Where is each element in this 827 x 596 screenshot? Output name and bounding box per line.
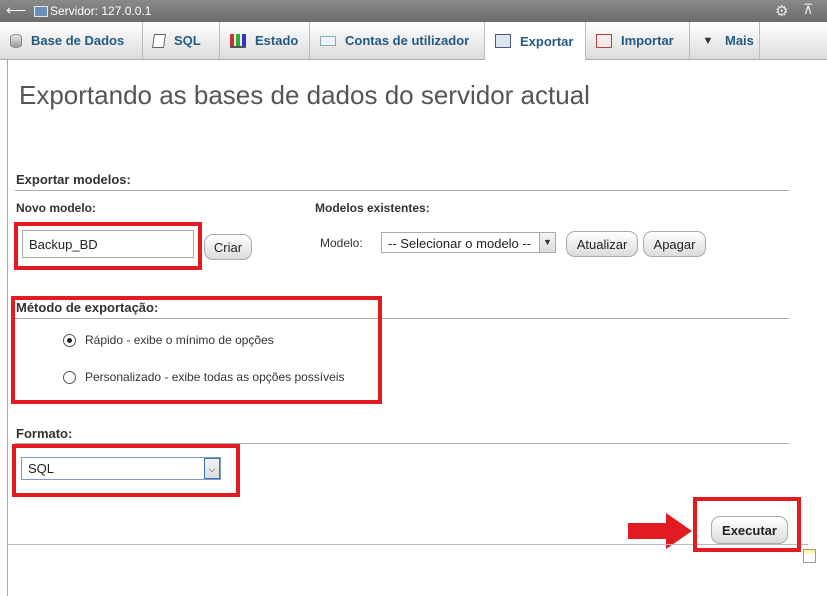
create-template-button[interactable]: Criar [204, 234, 252, 260]
export-icon [495, 34, 511, 48]
templates-section-title: Exportar modelos: [16, 172, 131, 187]
tab-bar: Base de Dados SQL Estado Contas de utili… [0, 22, 827, 60]
tab-label: Estado [255, 33, 299, 48]
update-template-button[interactable]: Atualizar [566, 231, 638, 257]
delete-template-button[interactable]: Apagar [643, 231, 706, 257]
tab-label: Contas de utilizador [345, 33, 470, 48]
divider [15, 190, 789, 191]
database-icon [10, 33, 22, 48]
existing-templates-label: Modelos existentes: [315, 201, 430, 215]
chevron-down-icon: ▼ [539, 233, 555, 252]
tab-label: Importar [621, 33, 674, 48]
highlight-box-format [12, 444, 240, 497]
tab-label: Exportar [520, 33, 574, 49]
title-bar: ⟵ Servidor: 127.0.0.1 ⚙ ⊼ [0, 0, 827, 22]
page-title: Exportando as bases de dados do servidor… [19, 80, 590, 110]
sql-icon [152, 33, 166, 48]
format-section-title: Formato: [16, 426, 73, 441]
divider [7, 544, 808, 545]
tab-sql[interactable]: SQL [143, 22, 220, 59]
tab-status[interactable]: Estado [220, 22, 310, 59]
tab-user-accounts[interactable]: Contas de utilizador [310, 22, 485, 59]
status-chart-icon [230, 33, 246, 48]
template-select[interactable]: -- Selecionar o modelo -- ▼ [381, 232, 556, 253]
import-icon [596, 33, 612, 48]
highlight-box-method [11, 296, 382, 404]
gear-icon[interactable]: ⚙ [775, 2, 788, 20]
tab-more[interactable]: ▼ Mais [690, 22, 760, 59]
collapse-icon[interactable]: ⊼ [803, 1, 813, 18]
server-icon [34, 6, 48, 17]
chevron-down-icon: ▼ [702, 34, 714, 47]
model-label: Modelo: [320, 236, 363, 250]
highlight-box-execute [693, 497, 801, 552]
template-select-value: -- Selecionar o modelo -- [388, 236, 532, 251]
tab-label: SQL [174, 33, 201, 48]
users-icon [320, 35, 336, 46]
note-icon[interactable] [803, 549, 816, 563]
new-template-label: Novo modelo: [16, 201, 96, 215]
tab-label: Mais [725, 33, 754, 48]
window-title: Servidor: 127.0.0.1 [50, 4, 152, 18]
tab-export[interactable]: Exportar [485, 22, 586, 60]
tab-databases[interactable]: Base de Dados [0, 22, 143, 59]
tab-label: Base de Dados [31, 33, 125, 48]
back-arrow-icon[interactable]: ⟵ [6, 2, 26, 19]
tab-import[interactable]: Importar [586, 22, 690, 59]
highlight-box-template [14, 222, 202, 270]
